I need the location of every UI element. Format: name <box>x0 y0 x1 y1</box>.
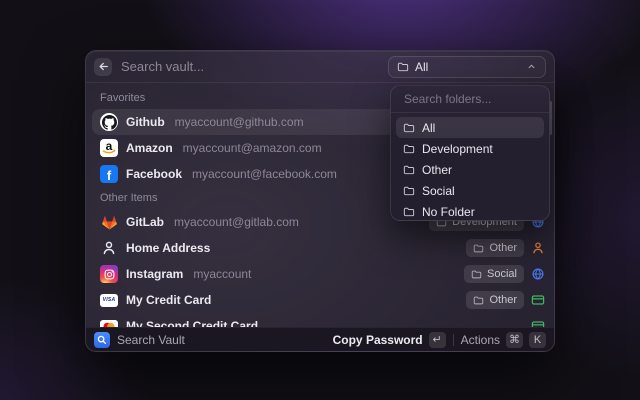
amazon-icon: a <box>100 139 118 157</box>
folder-icon <box>403 122 415 134</box>
window-footer: Search Vault Copy Password ↵ Actions ⌘ K <box>86 327 554 351</box>
item-subtitle: myaccount <box>193 267 251 281</box>
k-key-icon: K <box>529 332 546 348</box>
folder-icon <box>473 243 484 254</box>
folder-icon <box>403 206 415 218</box>
item-subtitle: myaccount@facebook.com <box>192 167 337 181</box>
item-title: Amazon <box>126 141 173 155</box>
item-title: My Credit Card <box>126 293 211 307</box>
search-vault-app-icon <box>94 332 110 348</box>
folder-search-input[interactable] <box>402 91 538 107</box>
back-button[interactable] <box>94 58 112 76</box>
facebook-icon: f <box>100 165 118 183</box>
person-icon <box>100 239 118 257</box>
folder-search <box>391 86 549 113</box>
list-item-instagram[interactable]: Instagram myaccount Social <box>92 261 548 287</box>
folder-option-social[interactable]: Social <box>396 180 544 201</box>
instagram-icon <box>100 265 118 283</box>
folder-badge: Social <box>464 265 524 283</box>
github-icon <box>100 113 118 131</box>
credit-card-icon <box>530 319 545 328</box>
mastercard-icon <box>100 317 118 327</box>
folder-options: All Development Other Social No Folder <box>391 113 549 221</box>
folder-option-all[interactable]: All <box>396 117 544 138</box>
window-header: All <box>86 51 554 83</box>
item-title: Facebook <box>126 167 182 181</box>
item-title: GitLab <box>126 215 164 229</box>
folder-icon <box>403 164 415 176</box>
item-subtitle: myaccount@amazon.com <box>183 141 322 155</box>
item-title: Home Address <box>126 241 210 255</box>
item-title: Github <box>126 115 165 129</box>
globe-icon <box>530 267 545 282</box>
return-key-icon: ↵ <box>429 332 446 348</box>
folder-icon <box>403 185 415 197</box>
credit-card-icon <box>530 293 545 308</box>
folder-badge: Other <box>466 291 524 309</box>
item-subtitle: myaccount@github.com <box>175 115 304 129</box>
command-key-icon: ⌘ <box>506 332 523 348</box>
footer-divider <box>453 334 454 346</box>
vault-search-window: All Favorites Github myaccount@github.co… <box>85 50 555 352</box>
folder-badge: Other <box>466 239 524 257</box>
list-item-my-second-credit-card[interactable]: My Second Credit Card <box>92 313 548 327</box>
copy-password-action[interactable]: Copy Password ↵ <box>333 332 446 348</box>
folder-filter-dropdown-button[interactable]: All <box>388 56 546 78</box>
gitlab-icon <box>100 213 118 231</box>
folder-filter-value: All <box>415 60 428 74</box>
folder-icon <box>471 269 482 280</box>
folder-dropdown-panel: All Development Other Social No Folder <box>390 85 550 221</box>
actions-menu-button[interactable]: Actions ⌘ K <box>461 332 546 348</box>
folder-icon <box>473 295 484 306</box>
folder-option-no-folder[interactable]: No Folder <box>396 201 544 221</box>
item-subtitle: myaccount@gitlab.com <box>174 215 299 229</box>
item-title: My Second Credit Card <box>126 319 258 327</box>
folder-option-development[interactable]: Development <box>396 138 544 159</box>
list-item-home-address[interactable]: Home Address Other <box>92 235 548 261</box>
folder-option-other[interactable]: Other <box>396 159 544 180</box>
search-vault-input[interactable] <box>121 59 379 74</box>
chevron-up-icon <box>526 61 537 72</box>
visa-card-icon: VISA <box>100 291 118 309</box>
list-item-my-credit-card[interactable]: VISA My Credit Card Other <box>92 287 548 313</box>
folder-icon <box>403 143 415 155</box>
arrow-left-icon <box>97 60 110 73</box>
folder-icon <box>397 61 409 73</box>
item-title: Instagram <box>126 267 183 281</box>
app-name: Search Vault <box>117 333 185 347</box>
person-type-icon <box>530 241 545 256</box>
